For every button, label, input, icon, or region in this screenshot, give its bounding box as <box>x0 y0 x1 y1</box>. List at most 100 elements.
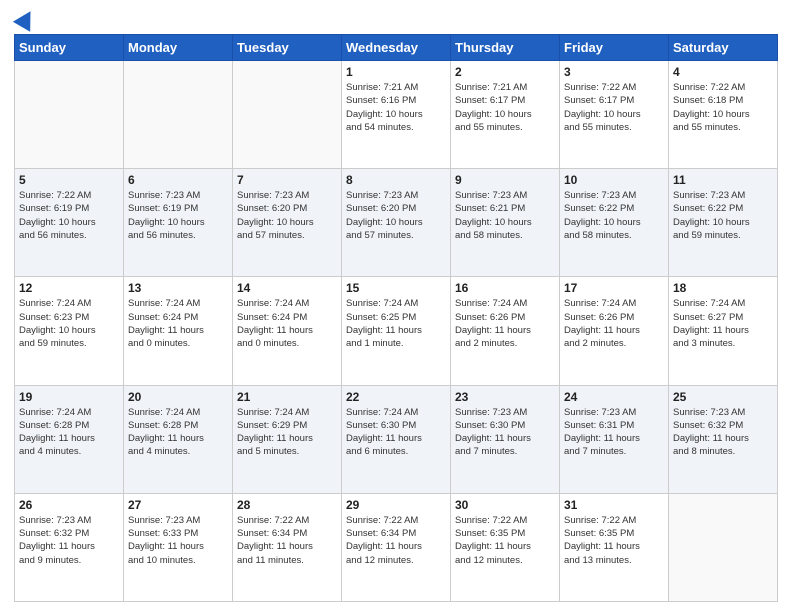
calendar-cell: 4Sunrise: 7:22 AM Sunset: 6:18 PM Daylig… <box>669 61 778 169</box>
day-number: 20 <box>128 390 228 404</box>
cell-info: Sunrise: 7:24 AM Sunset: 6:27 PM Dayligh… <box>673 297 773 350</box>
cell-info: Sunrise: 7:23 AM Sunset: 6:20 PM Dayligh… <box>346 189 446 242</box>
cell-info: Sunrise: 7:22 AM Sunset: 6:17 PM Dayligh… <box>564 81 664 134</box>
cell-info: Sunrise: 7:23 AM Sunset: 6:33 PM Dayligh… <box>128 514 228 567</box>
day-number: 28 <box>237 498 337 512</box>
day-number: 14 <box>237 281 337 295</box>
calendar-cell: 14Sunrise: 7:24 AM Sunset: 6:24 PM Dayli… <box>233 277 342 385</box>
cell-info: Sunrise: 7:22 AM Sunset: 6:19 PM Dayligh… <box>19 189 119 242</box>
day-header-wednesday: Wednesday <box>342 35 451 61</box>
day-number: 5 <box>19 173 119 187</box>
cell-info: Sunrise: 7:23 AM Sunset: 6:20 PM Dayligh… <box>237 189 337 242</box>
day-number: 6 <box>128 173 228 187</box>
calendar-cell: 11 Sunrise: 7:23 AM Sunset: 6:22 PM Dayli… <box>669 169 778 277</box>
day-number: 16 <box>455 281 555 295</box>
cell-info: Sunrise: 7:24 AM Sunset: 6:28 PM Dayligh… <box>128 406 228 459</box>
cell-info: Sunrise: 7:23 AM Sunset: 6:22 PM Dayligh… <box>564 189 664 242</box>
day-number: 4 <box>673 65 773 79</box>
day-number: 10 <box>564 173 664 187</box>
calendar-cell <box>669 493 778 601</box>
day-number: 9 <box>455 173 555 187</box>
calendar-cell: 21 Sunrise: 7:24 AM Sunset: 6:29 PM Dayli… <box>233 385 342 493</box>
day-number: 22 <box>346 390 446 404</box>
calendar-cell: 1Sunrise: 7:21 AM Sunset: 6:16 PM Daylig… <box>342 61 451 169</box>
cell-info: Sunrise: 7:24 AM Sunset: 6:29 PM Dayligh… <box>237 406 337 459</box>
day-number: 1 <box>346 65 446 79</box>
day-number: 24 <box>564 390 664 404</box>
calendar-cell: 31 Sunrise: 7:22 AM Sunset: 6:35 PM Dayli… <box>560 493 669 601</box>
day-number: 2 <box>455 65 555 79</box>
calendar-header-row: SundayMondayTuesdayWednesdayThursdayFrid… <box>15 35 778 61</box>
calendar-cell: 16 Sunrise: 7:24 AM Sunset: 6:26 PM Dayli… <box>451 277 560 385</box>
calendar-cell: 5 Sunrise: 7:22 AM Sunset: 6:19 PM Daylig… <box>15 169 124 277</box>
cell-info: Sunrise: 7:22 AM Sunset: 6:35 PM Dayligh… <box>564 514 664 567</box>
cell-info: Sunrise: 7:24 AM Sunset: 6:26 PM Dayligh… <box>455 297 555 350</box>
day-number: 23 <box>455 390 555 404</box>
day-number: 30 <box>455 498 555 512</box>
calendar-cell: 23 Sunrise: 7:23 AM Sunset: 6:30 PM Dayli… <box>451 385 560 493</box>
day-header-sunday: Sunday <box>15 35 124 61</box>
day-number: 15 <box>346 281 446 295</box>
day-number: 8 <box>346 173 446 187</box>
cell-info: Sunrise: 7:22 AM Sunset: 6:34 PM Dayligh… <box>346 514 446 567</box>
logo-triangle-icon <box>13 6 39 32</box>
calendar-cell: 2 Sunrise: 7:21 AM Sunset: 6:17 PM Daylig… <box>451 61 560 169</box>
cell-info: Sunrise: 7:23 AM Sunset: 6:30 PM Dayligh… <box>455 406 555 459</box>
calendar-cell: 9 Sunrise: 7:23 AM Sunset: 6:21 PM Daylig… <box>451 169 560 277</box>
day-number: 7 <box>237 173 337 187</box>
day-number: 19 <box>19 390 119 404</box>
calendar-cell: 22Sunrise: 7:24 AM Sunset: 6:30 PM Dayli… <box>342 385 451 493</box>
cell-info: Sunrise: 7:23 AM Sunset: 6:32 PM Dayligh… <box>19 514 119 567</box>
cell-info: Sunrise: 7:24 AM Sunset: 6:25 PM Dayligh… <box>346 297 446 350</box>
calendar-cell: 20 Sunrise: 7:24 AM Sunset: 6:28 PM Dayli… <box>124 385 233 493</box>
calendar-cell: 7 Sunrise: 7:23 AM Sunset: 6:20 PM Daylig… <box>233 169 342 277</box>
calendar-week-3: 12 Sunrise: 7:24 AM Sunset: 6:23 PM Dayli… <box>15 277 778 385</box>
cell-info: Sunrise: 7:24 AM Sunset: 6:28 PM Dayligh… <box>19 406 119 459</box>
day-number: 27 <box>128 498 228 512</box>
day-header-monday: Monday <box>124 35 233 61</box>
calendar-cell: 18 Sunrise: 7:24 AM Sunset: 6:27 PM Dayli… <box>669 277 778 385</box>
calendar-table: SundayMondayTuesdayWednesdayThursdayFrid… <box>14 34 778 602</box>
cell-info: Sunrise: 7:23 AM Sunset: 6:32 PM Dayligh… <box>673 406 773 459</box>
day-header-friday: Friday <box>560 35 669 61</box>
cell-info: Sunrise: 7:24 AM Sunset: 6:23 PM Dayligh… <box>19 297 119 350</box>
calendar-week-5: 26 Sunrise: 7:23 AM Sunset: 6:32 PM Dayli… <box>15 493 778 601</box>
day-number: 11 <box>673 173 773 187</box>
day-number: 26 <box>19 498 119 512</box>
cell-info: Sunrise: 7:21 AM Sunset: 6:17 PM Dayligh… <box>455 81 555 134</box>
calendar-cell: 26 Sunrise: 7:23 AM Sunset: 6:32 PM Dayli… <box>15 493 124 601</box>
cell-info: Sunrise: 7:24 AM Sunset: 6:24 PM Dayligh… <box>128 297 228 350</box>
day-header-tuesday: Tuesday <box>233 35 342 61</box>
calendar-cell <box>233 61 342 169</box>
calendar-cell: 6Sunrise: 7:23 AM Sunset: 6:19 PM Daylig… <box>124 169 233 277</box>
calendar-cell: 24 Sunrise: 7:23 AM Sunset: 6:31 PM Dayli… <box>560 385 669 493</box>
logo-text <box>14 10 36 28</box>
calendar-cell: 28 Sunrise: 7:22 AM Sunset: 6:34 PM Dayli… <box>233 493 342 601</box>
day-number: 21 <box>237 390 337 404</box>
cell-info: Sunrise: 7:24 AM Sunset: 6:26 PM Dayligh… <box>564 297 664 350</box>
day-header-thursday: Thursday <box>451 35 560 61</box>
calendar-cell: 15 Sunrise: 7:24 AM Sunset: 6:25 PM Dayli… <box>342 277 451 385</box>
calendar-cell: 17Sunrise: 7:24 AM Sunset: 6:26 PM Dayli… <box>560 277 669 385</box>
day-header-saturday: Saturday <box>669 35 778 61</box>
day-number: 18 <box>673 281 773 295</box>
calendar-cell: 29Sunrise: 7:22 AM Sunset: 6:34 PM Dayli… <box>342 493 451 601</box>
page-container: SundayMondayTuesdayWednesdayThursdayFrid… <box>0 0 792 612</box>
header <box>14 10 778 28</box>
calendar-cell: 27 Sunrise: 7:23 AM Sunset: 6:33 PM Dayli… <box>124 493 233 601</box>
cell-info: Sunrise: 7:22 AM Sunset: 6:35 PM Dayligh… <box>455 514 555 567</box>
calendar-cell: 25Sunrise: 7:23 AM Sunset: 6:32 PM Dayli… <box>669 385 778 493</box>
day-number: 13 <box>128 281 228 295</box>
calendar-cell <box>15 61 124 169</box>
calendar-week-4: 19 Sunrise: 7:24 AM Sunset: 6:28 PM Dayli… <box>15 385 778 493</box>
day-number: 31 <box>564 498 664 512</box>
logo <box>14 10 36 28</box>
cell-info: Sunrise: 7:23 AM Sunset: 6:21 PM Dayligh… <box>455 189 555 242</box>
calendar-cell <box>124 61 233 169</box>
cell-info: Sunrise: 7:23 AM Sunset: 6:22 PM Dayligh… <box>673 189 773 242</box>
calendar-week-2: 5 Sunrise: 7:22 AM Sunset: 6:19 PM Daylig… <box>15 169 778 277</box>
cell-info: Sunrise: 7:22 AM Sunset: 6:34 PM Dayligh… <box>237 514 337 567</box>
cell-info: Sunrise: 7:23 AM Sunset: 6:31 PM Dayligh… <box>564 406 664 459</box>
day-number: 3 <box>564 65 664 79</box>
day-number: 12 <box>19 281 119 295</box>
